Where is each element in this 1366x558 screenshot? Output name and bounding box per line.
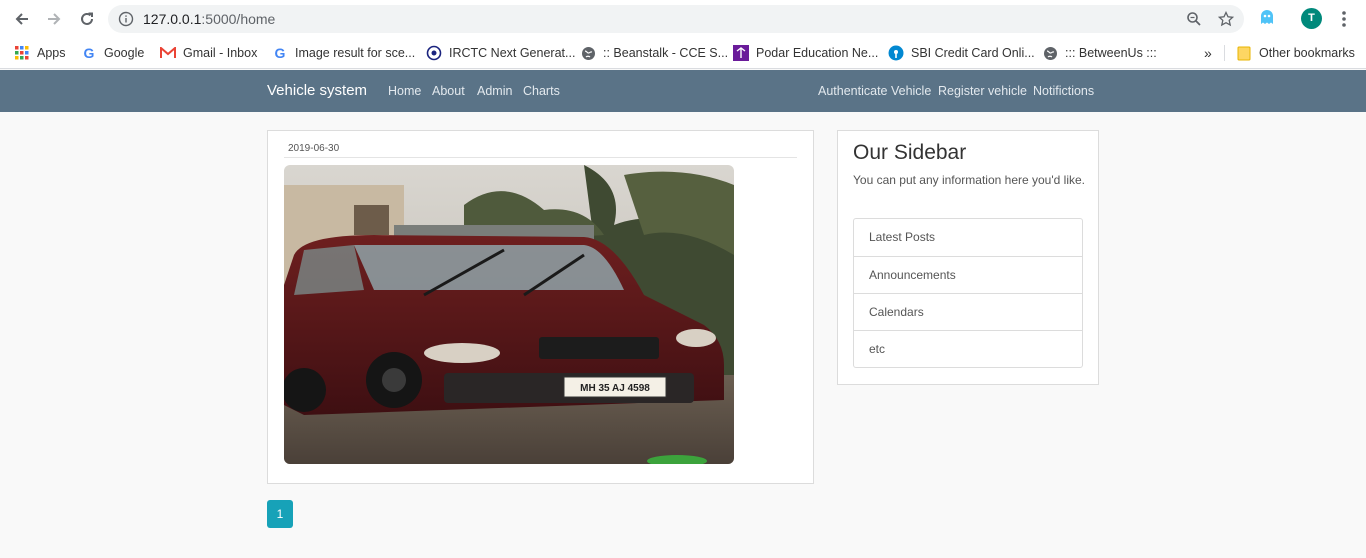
- sidebar-description: You can put any information here you'd l…: [853, 173, 1085, 187]
- license-plate: MH 35 AJ 4598: [580, 383, 650, 394]
- nav-charts[interactable]: Charts: [523, 84, 560, 98]
- url-text: 127.0.0.1:5000/home: [143, 11, 276, 27]
- info-icon[interactable]: [118, 11, 134, 32]
- bookmarks-bar: Apps G Google Gmail - Inbox G Image resu…: [0, 37, 1366, 69]
- bookmark-betweenus[interactable]: ::: BetweenUs :::: [1042, 43, 1157, 63]
- globe-icon: [580, 45, 596, 61]
- sbi-icon: [888, 45, 904, 61]
- profile-avatar[interactable]: T: [1301, 8, 1322, 29]
- bookmarks-overflow-button[interactable]: »: [1204, 43, 1212, 63]
- nav-register-vehicle[interactable]: Register vehicle: [938, 84, 1027, 98]
- podar-icon: [733, 45, 749, 61]
- bookmarks-divider: [1224, 45, 1225, 61]
- gmail-icon: [160, 45, 176, 61]
- bookmark-gmail[interactable]: Gmail - Inbox: [160, 43, 257, 63]
- extension-ghost-icon[interactable]: [1258, 8, 1276, 31]
- nav-about[interactable]: About: [432, 84, 465, 98]
- nav-home[interactable]: Home: [388, 84, 421, 98]
- address-bar[interactable]: 127.0.0.1:5000/home: [108, 5, 1244, 33]
- post-divider: [284, 157, 797, 158]
- globe-icon: [1042, 45, 1058, 61]
- bookmark-image-result[interactable]: G Image result for sce...: [272, 43, 416, 63]
- other-bookmarks[interactable]: Other bookmarks: [1236, 43, 1355, 63]
- bookmark-podar[interactable]: Podar Education Ne...: [733, 43, 878, 63]
- star-icon[interactable]: [1217, 10, 1235, 32]
- site-navbar: Vehicle system Home About Admin Charts A…: [0, 70, 1366, 112]
- apps-grid-icon: [14, 45, 30, 61]
- menu-dots-icon[interactable]: [1336, 9, 1352, 29]
- google-icon: G: [83, 45, 95, 61]
- post-card: 2019-06-30 MH 35 AJ 4598: [267, 130, 814, 484]
- google-icon: G: [274, 45, 286, 61]
- bookmark-irctc[interactable]: IRCTC Next Generat...: [426, 43, 575, 63]
- arrow-right-icon: [48, 13, 61, 25]
- sidebar-card: Our Sidebar You can put any information …: [837, 130, 1099, 385]
- nav-authenticate-vehicle[interactable]: Authenticate Vehicle: [818, 84, 931, 98]
- forward-button[interactable]: [43, 8, 65, 30]
- arrow-left-icon: [15, 13, 28, 25]
- bookmark-apps[interactable]: Apps: [14, 43, 66, 63]
- sidebar-item-etc[interactable]: etc: [854, 330, 1082, 367]
- browser-toolbar: 127.0.0.1:5000/home T: [0, 0, 1366, 37]
- bookmark-sbi[interactable]: SBI Credit Card Onli...: [888, 43, 1035, 63]
- sidebar-title: Our Sidebar: [853, 141, 967, 164]
- bookmark-beanstalk[interactable]: :: Beanstalk - CCE S...: [580, 43, 728, 63]
- vehicle-photo: MH 35 AJ 4598: [284, 165, 734, 464]
- post-date: 2019-06-30: [288, 143, 340, 154]
- pagination-page-button[interactable]: 1: [267, 500, 293, 528]
- brand-link[interactable]: Vehicle system: [267, 82, 367, 99]
- back-button[interactable]: [11, 8, 33, 30]
- bookmark-google[interactable]: G Google: [81, 43, 145, 63]
- reload-icon: [81, 12, 93, 25]
- reload-button[interactable]: [76, 8, 98, 30]
- sidebar-list: Latest Posts Announcements Calendars etc: [853, 218, 1083, 368]
- zoom-icon[interactable]: [1186, 11, 1202, 32]
- irctc-icon: [426, 45, 442, 61]
- nav-notifications[interactable]: Notifictions: [1033, 84, 1094, 98]
- folder-icon: [1236, 45, 1252, 61]
- nav-admin[interactable]: Admin: [477, 84, 512, 98]
- sidebar-item-announcements[interactable]: Announcements: [854, 256, 1082, 293]
- sidebar-item-latest-posts[interactable]: Latest Posts: [854, 219, 1082, 256]
- sidebar-item-calendars[interactable]: Calendars: [854, 293, 1082, 330]
